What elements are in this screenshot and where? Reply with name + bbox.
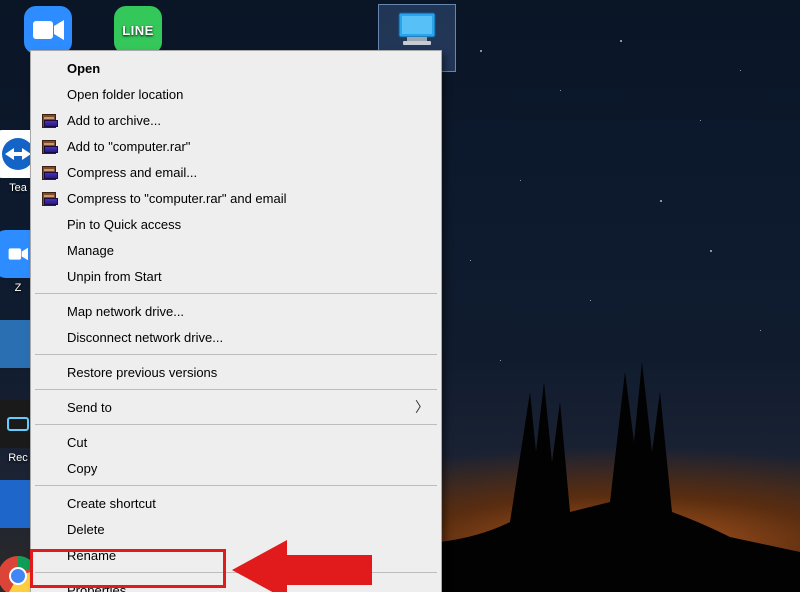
menu-restore-previous-versions[interactable]: Restore previous versions	[33, 359, 439, 385]
menu-label: Add to archive...	[67, 113, 429, 128]
line-icon: LINE	[114, 6, 162, 54]
menu-pin-to-quick-access[interactable]: Pin to Quick access	[33, 211, 439, 237]
chevron-right-icon: 〉	[415, 397, 429, 417]
menu-map-network-drive[interactable]: Map network drive...	[33, 298, 439, 324]
menu-unpin-from-start[interactable]: Unpin from Start	[33, 263, 439, 289]
menu-send-to[interactable]: Send to〉	[33, 394, 439, 420]
menu-cut[interactable]: Cut	[33, 429, 439, 455]
menu-label: Open	[67, 61, 429, 76]
menu-label: Disconnect network drive...	[67, 330, 429, 345]
menu-delete[interactable]: Delete	[33, 516, 439, 542]
menu-add-to-computer-rar[interactable]: Add to "computer.rar"	[33, 133, 439, 159]
this-pc-icon	[393, 9, 441, 49]
menu-label: Delete	[67, 522, 429, 537]
menu-label: Rename	[67, 548, 429, 563]
menu-open-folder-location[interactable]: Open folder location	[33, 81, 439, 107]
menu-label: Pin to Quick access	[67, 217, 429, 232]
menu-separator	[35, 424, 437, 425]
menu-compress-and-email[interactable]: Compress and email...	[33, 159, 439, 185]
trees-silhouette	[440, 332, 800, 592]
menu-label: Add to "computer.rar"	[67, 139, 429, 154]
menu-label: Properties	[67, 583, 429, 592]
menu-disconnect-network-drive[interactable]: Disconnect network drive...	[33, 324, 439, 350]
menu-label: Create shortcut	[67, 496, 429, 511]
menu-properties[interactable]: Properties	[33, 577, 439, 592]
menu-label: Send to	[67, 400, 415, 415]
desktop[interactable]: Z LINE Tea Z Rec	[0, 0, 800, 592]
menu-label: Restore previous versions	[67, 365, 429, 380]
menu-compress-to-rar-and-email[interactable]: Compress to "computer.rar" and email	[33, 185, 439, 211]
menu-separator	[35, 293, 437, 294]
menu-add-to-archive[interactable]: Add to archive...	[33, 107, 439, 133]
menu-copy[interactable]: Copy	[33, 455, 439, 481]
winrar-icon	[39, 111, 61, 129]
menu-label: Copy	[67, 461, 429, 476]
menu-separator	[35, 354, 437, 355]
menu-separator	[35, 485, 437, 486]
menu-label: Manage	[67, 243, 429, 258]
menu-open[interactable]: Open	[33, 55, 439, 81]
menu-manage[interactable]: Manage	[33, 237, 439, 263]
winrar-icon	[39, 137, 61, 155]
context-menu: Open Open folder location Add to archive…	[30, 50, 442, 592]
zoom-icon	[24, 6, 72, 54]
winrar-icon	[39, 163, 61, 181]
menu-label: Map network drive...	[67, 304, 429, 319]
menu-rename[interactable]: Rename	[33, 542, 439, 568]
menu-label: Open folder location	[67, 87, 429, 102]
menu-label: Cut	[67, 435, 429, 450]
menu-label: Compress to "computer.rar" and email	[67, 191, 429, 206]
menu-create-shortcut[interactable]: Create shortcut	[33, 490, 439, 516]
menu-label: Compress and email...	[67, 165, 429, 180]
menu-separator	[35, 572, 437, 573]
menu-separator	[35, 389, 437, 390]
menu-label: Unpin from Start	[67, 269, 429, 284]
winrar-icon	[39, 189, 61, 207]
